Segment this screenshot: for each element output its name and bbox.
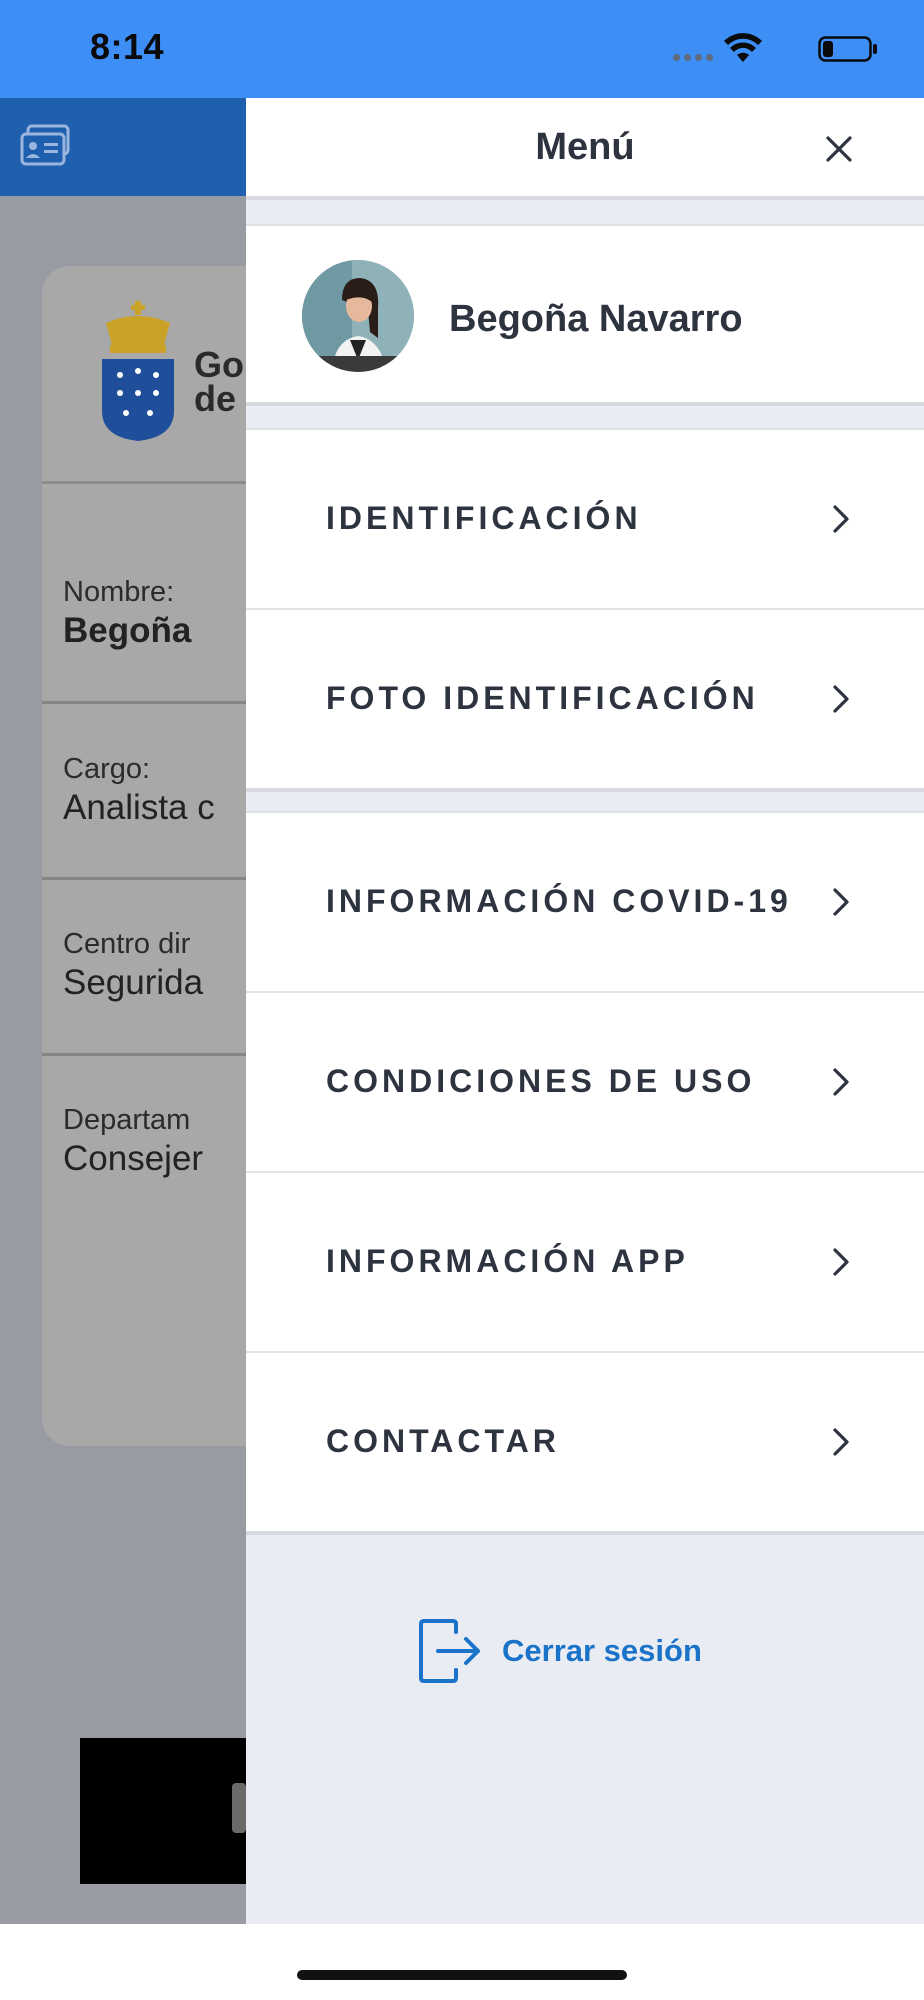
background-header bbox=[0, 98, 246, 196]
menu-item-foto-identificacion[interactable]: FOTO IDENTIFICACIÓN bbox=[246, 608, 924, 792]
logout-button[interactable]: Cerrar sesión bbox=[416, 1616, 702, 1686]
profile-row[interactable]: Begoña Navarro bbox=[246, 224, 924, 406]
menu-item-contactar[interactable]: CONTACTAR bbox=[246, 1351, 924, 1535]
avatar bbox=[302, 260, 414, 372]
menu-item-label: INFORMACIÓN COVID-19 bbox=[326, 883, 792, 919]
field-departamento: Departam Consejer bbox=[63, 1104, 204, 1178]
chevron-right-icon bbox=[833, 505, 849, 533]
id-card-icon[interactable] bbox=[20, 124, 72, 168]
menu-item-label: CONTACTAR bbox=[326, 1423, 560, 1459]
background-card-header: Go de bbox=[42, 266, 246, 484]
menu-item-identificacion[interactable]: IDENTIFICACIÓN bbox=[246, 428, 924, 608]
chevron-right-icon bbox=[833, 888, 849, 916]
menu-group-identity: IDENTIFICACIÓN FOTO IDENTIFICACIÓN bbox=[246, 428, 924, 792]
menu-item-label: FOTO IDENTIFICACIÓN bbox=[326, 680, 759, 716]
divider bbox=[42, 1053, 246, 1056]
status-bar: 8:14 bbox=[0, 0, 924, 98]
background-black-panel bbox=[80, 1738, 246, 1884]
menu-group-info: INFORMACIÓN COVID-19 CONDICIONES DE USO … bbox=[246, 811, 924, 1535]
chevron-right-icon bbox=[833, 1248, 849, 1276]
menu-drawer: Menú Begoña Navarro IDENTIFICACIÓN FOTO … bbox=[246, 98, 924, 1924]
avatar-photo bbox=[302, 260, 414, 372]
canarias-government-logo bbox=[102, 301, 174, 441]
divider bbox=[42, 877, 246, 880]
chevron-right-icon bbox=[833, 685, 849, 713]
chevron-right-icon bbox=[833, 1068, 849, 1096]
home-area bbox=[0, 1924, 924, 2000]
close-icon[interactable] bbox=[824, 134, 854, 164]
logout-label: Cerrar sesión bbox=[502, 1633, 702, 1668]
menu-header: Menú bbox=[246, 98, 924, 200]
status-time: 8:14 bbox=[90, 26, 165, 67]
menu-item-informacion-covid[interactable]: INFORMACIÓN COVID-19 bbox=[246, 811, 924, 991]
profile-name: Begoña Navarro bbox=[449, 298, 743, 340]
background-chip bbox=[232, 1783, 246, 1833]
battery-icon bbox=[818, 36, 877, 62]
chevron-right-icon bbox=[833, 1428, 849, 1456]
home-indicator[interactable] bbox=[297, 1970, 627, 1980]
menu-title: Menú bbox=[535, 126, 635, 168]
menu-item-label: INFORMACIÓN APP bbox=[326, 1243, 689, 1279]
logout-icon bbox=[419, 1619, 480, 1683]
signal-icon bbox=[673, 54, 713, 61]
logo-text: Go de bbox=[194, 344, 244, 419]
background-screen: Go de Nombre: Begoña Cargo: Analista c C… bbox=[0, 98, 246, 1924]
field-cargo: Cargo: Analista c bbox=[63, 753, 215, 827]
menu-item-label: CONDICIONES DE USO bbox=[326, 1063, 756, 1099]
menu-item-condiciones-uso[interactable]: CONDICIONES DE USO bbox=[246, 991, 924, 1171]
field-nombre: Nombre: Begoña bbox=[63, 576, 192, 650]
divider bbox=[42, 701, 246, 704]
field-centro: Centro dir Segurida bbox=[63, 928, 204, 1002]
menu-item-label: IDENTIFICACIÓN bbox=[326, 500, 642, 536]
wifi-icon bbox=[724, 33, 762, 62]
menu-item-informacion-app[interactable]: INFORMACIÓN APP bbox=[246, 1171, 924, 1351]
background-id-card: Go de bbox=[42, 266, 246, 1446]
status-icons bbox=[558, 32, 878, 68]
